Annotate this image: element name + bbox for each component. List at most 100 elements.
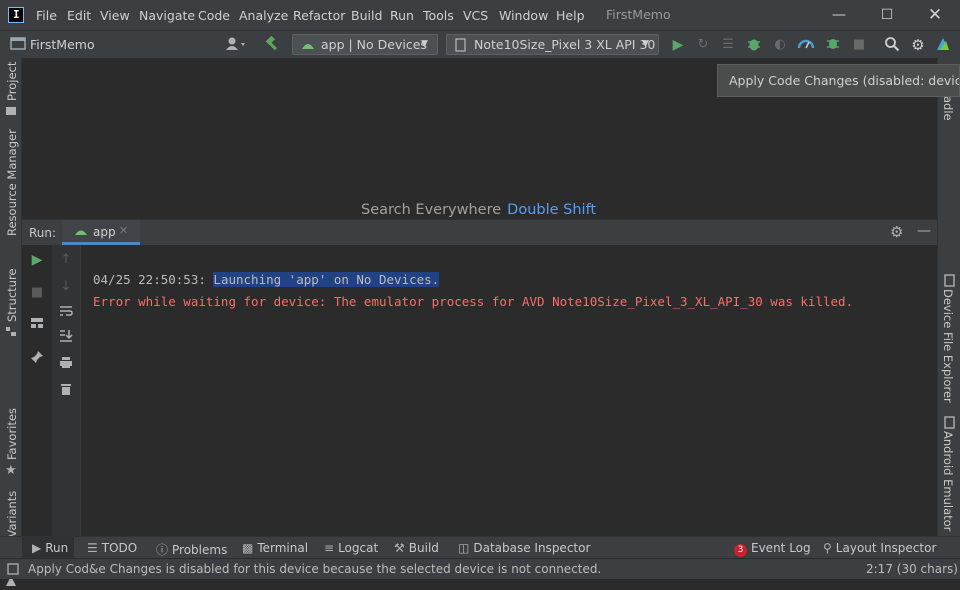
chevron-down-icon: ▼ bbox=[421, 39, 428, 49]
tool-windows-toggle-icon[interactable] bbox=[7, 563, 19, 578]
build-hammer-icon[interactable] bbox=[263, 35, 281, 54]
restore-layout-icon[interactable] bbox=[28, 317, 46, 335]
menu-navigate[interactable]: Navigate bbox=[139, 8, 195, 23]
soft-wrap-icon[interactable] bbox=[57, 305, 75, 323]
problems-info-icon: ⓘ bbox=[156, 543, 169, 557]
run-tab-app[interactable]: app ✕ bbox=[62, 220, 140, 245]
run-toolbar-primary: ▶ ■ bbox=[22, 245, 52, 536]
tool-tab-build[interactable]: ⚒ Build bbox=[394, 541, 439, 555]
search-icon[interactable] bbox=[883, 36, 901, 54]
menu-help[interactable]: Help bbox=[556, 8, 585, 23]
maximize-icon[interactable]: ☐ bbox=[877, 5, 897, 25]
settings-gear-icon[interactable]: ⚙ bbox=[909, 36, 927, 54]
android-icon bbox=[302, 44, 314, 49]
tool-tab-run[interactable]: ▶ Run bbox=[22, 537, 74, 558]
console-output[interactable]: 04/25 22:50:53: Launching 'app' on No De… bbox=[81, 245, 937, 536]
tool-tab-structure[interactable]: Structure bbox=[5, 269, 19, 323]
attach-process-icon[interactable] bbox=[824, 36, 842, 54]
down-arrow-icon[interactable]: ↓ bbox=[57, 278, 75, 296]
right-tool-strip: adle Device File Explorer Android Emulat… bbox=[937, 58, 960, 536]
stop-icon[interactable]: ■ bbox=[850, 36, 868, 54]
device-icon bbox=[455, 38, 466, 52]
tool-tab-favorites[interactable]: Favorites bbox=[5, 408, 19, 460]
main-toolbar: FirstMemo app | No Devices ▼ Note10Size_… bbox=[0, 30, 960, 59]
project-icon bbox=[5, 104, 17, 119]
menu-file[interactable]: File bbox=[36, 8, 57, 23]
attach-debugger-icon[interactable]: ◐ bbox=[771, 36, 789, 54]
settings-gear-icon[interactable]: ⚙ bbox=[890, 223, 903, 241]
run-config-dropdown[interactable]: app | No Devices ▼ bbox=[292, 34, 438, 55]
tool-tab-gradle[interactable]: adle bbox=[941, 96, 955, 121]
hide-panel-icon[interactable]: — bbox=[917, 223, 931, 239]
tool-tab-todo[interactable]: ☰ TODO bbox=[87, 541, 137, 555]
menu-analyze[interactable]: Analyze bbox=[239, 8, 288, 23]
tool-tab-device-file-explorer[interactable]: Device File Explorer bbox=[941, 289, 955, 403]
run-icon[interactable]: ▶ bbox=[669, 36, 687, 54]
run-config-label: app | No Devices bbox=[321, 37, 427, 52]
menu-bar: I File Edit View Navigate Code Analyze R… bbox=[0, 0, 960, 30]
pin-tab-icon[interactable] bbox=[28, 350, 46, 368]
trash-icon[interactable] bbox=[57, 382, 75, 400]
layout-inspector-icon: ⚲ bbox=[823, 541, 832, 555]
android-emulator-icon bbox=[944, 416, 955, 432]
sdk-manager-icon[interactable] bbox=[934, 36, 952, 54]
console-line-launch: 04/25 22:50:53: Launching 'app' on No De… bbox=[93, 272, 440, 287]
console-timestamp: 04/25 22:50:53: bbox=[93, 272, 214, 287]
menu-view[interactable]: View bbox=[100, 8, 130, 23]
project-folder-icon bbox=[9, 36, 27, 54]
tool-tab-logcat[interactable]: ≡ Logcat bbox=[324, 541, 378, 555]
rerun-icon[interactable]: ▶ bbox=[28, 251, 46, 269]
menu-build[interactable]: Build bbox=[351, 8, 382, 23]
android-studio-logo: I bbox=[8, 7, 24, 23]
tool-tab-resource-manager[interactable]: Resource Manager bbox=[5, 129, 19, 236]
status-bar: Apply Cod&e Changes is disabled for this… bbox=[0, 558, 960, 579]
android-icon bbox=[75, 230, 87, 235]
tool-tab-android-emulator[interactable]: Android Emulator bbox=[941, 431, 955, 531]
minimize-icon[interactable]: — bbox=[829, 5, 849, 25]
run-icon: ▶ bbox=[32, 541, 42, 555]
menu-refactor[interactable]: Refactor bbox=[293, 8, 345, 23]
tool-tab-todo-label: TODO bbox=[101, 541, 138, 555]
tool-tab-terminal[interactable]: ▩ Terminal bbox=[242, 541, 308, 555]
tooltip: Apply Code Changes (disabled: device not bbox=[717, 64, 960, 97]
caret-position[interactable]: 2:17 (30 chars) bbox=[866, 562, 958, 576]
search-everywhere-hint: Search Everywhere Double Shift bbox=[361, 202, 596, 218]
scroll-to-end-icon[interactable] bbox=[57, 329, 75, 347]
menu-code[interactable]: Code bbox=[198, 8, 230, 23]
console-line-error: Error while waiting for device: The emul… bbox=[93, 294, 854, 309]
print-icon[interactable] bbox=[57, 356, 75, 374]
tool-tab-event-log-label: Event Log bbox=[751, 541, 811, 555]
database-icon: ◫ bbox=[458, 541, 470, 555]
tool-tab-project[interactable]: Project bbox=[5, 62, 19, 101]
up-arrow-icon[interactable]: ↑ bbox=[57, 251, 75, 269]
close-window-icon[interactable]: ✕ bbox=[925, 5, 945, 25]
menu-window[interactable]: Window bbox=[499, 8, 548, 23]
logcat-icon: ≡ bbox=[324, 541, 335, 555]
close-tab-icon[interactable]: ✕ bbox=[119, 224, 128, 237]
left-tool-strip: Project Resource Manager Structure ★ Fav… bbox=[0, 58, 22, 586]
user-dropdown-icon[interactable] bbox=[224, 36, 250, 54]
run-panel-label: Run: bbox=[29, 226, 57, 240]
debug-icon[interactable] bbox=[745, 36, 763, 54]
project-breadcrumb[interactable]: FirstMemo bbox=[30, 37, 95, 52]
apply-code-changes-icon[interactable]: ☰ bbox=[719, 36, 737, 54]
menu-edit[interactable]: Edit bbox=[67, 8, 91, 23]
apply-changes-restart-icon[interactable]: ↻ bbox=[694, 36, 712, 54]
tool-tab-build-label: Build bbox=[408, 541, 439, 555]
stop-icon[interactable]: ■ bbox=[28, 284, 46, 302]
bottom-tool-tabs: ▶ Run ☰ TODO ⓘ Problems ▩ Terminal ≡ Logcat ⚒… bbox=[0, 536, 960, 558]
menu-tools[interactable]: Tools bbox=[423, 8, 454, 23]
menu-run[interactable]: Run bbox=[390, 8, 414, 23]
menu-vcs[interactable]: VCS bbox=[463, 8, 488, 23]
tool-tab-database-inspector[interactable]: ◫ Database Inspector bbox=[458, 541, 590, 555]
tool-tab-terminal-label: Terminal bbox=[257, 541, 309, 555]
tool-tab-layout-inspector[interactable]: ⚲ Layout Inspector bbox=[823, 541, 936, 555]
tool-tab-problems[interactable]: ⓘ Problems bbox=[156, 541, 227, 558]
tool-tab-event-log[interactable]: 3 Event Log bbox=[734, 541, 811, 557]
terminal-icon: ▩ bbox=[242, 541, 254, 555]
run-panel-header: Run: app ✕ ⚙ — bbox=[22, 219, 937, 245]
search-hint-shortcut: Double Shift bbox=[507, 202, 597, 218]
todo-list-icon: ☰ bbox=[87, 541, 98, 555]
profile-icon[interactable] bbox=[797, 36, 815, 54]
device-dropdown[interactable]: Note10Size_Pixel 3 XL API 30 ▼ bbox=[446, 34, 659, 55]
